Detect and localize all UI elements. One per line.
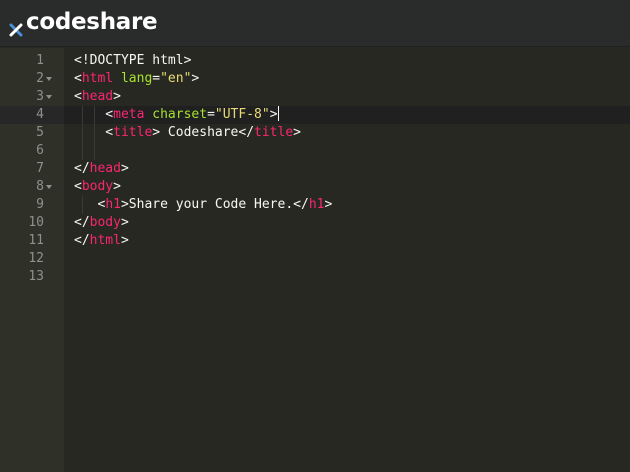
code-line: <!DOCTYPE html> <box>74 52 332 70</box>
code-line: <body> <box>74 178 332 196</box>
indent-guide <box>94 124 95 142</box>
code-line: </html> <box>74 232 332 250</box>
line-number: 8 <box>36 179 44 194</box>
line-number: 11 <box>28 233 44 248</box>
top-bar: codeshare <box>0 0 630 47</box>
line-number-row: 1 <box>0 52 64 70</box>
fold-arrow-icon[interactable] <box>46 77 52 81</box>
line-number-row: 5 <box>0 124 64 142</box>
line-number-row: 2 <box>0 70 64 88</box>
code-token: html <box>81 71 114 86</box>
code-token: > <box>269 107 278 122</box>
line-number: 7 <box>36 161 44 176</box>
line-number-row: 8 <box>0 178 64 196</box>
line-number-row: 10 <box>0 214 64 232</box>
code-token: </ <box>74 215 90 230</box>
code-token: > <box>113 179 121 194</box>
line-number: 13 <box>28 269 44 284</box>
line-number: 6 <box>36 143 44 158</box>
code-token: > <box>113 89 121 104</box>
code-token: > <box>120 161 129 176</box>
x-icon <box>9 17 23 37</box>
indent-guide <box>82 196 83 214</box>
code-line: <h1>Share your Code Here.</h1> <box>74 196 332 214</box>
text-cursor <box>277 106 279 121</box>
line-number-row: 12 <box>0 250 64 268</box>
code-line <box>74 142 332 160</box>
code-line: </body> <box>74 214 332 232</box>
line-number: 12 <box>28 251 44 266</box>
code-token: "UTF-8" <box>214 107 270 122</box>
code-token: "en" <box>160 71 192 86</box>
code-token: < <box>74 179 82 194</box>
code-token: = <box>207 107 215 122</box>
code-line: <html lang="en"> <box>74 70 332 88</box>
line-number: 1 <box>36 53 44 68</box>
brand-logo[interactable]: codeshare <box>9 4 158 40</box>
line-number-row: 13 <box>0 268 64 286</box>
code-line: </head> <box>74 160 332 178</box>
code-line: <title> Codeshare</title> <box>74 124 332 142</box>
code-line: <head> <box>74 88 332 106</box>
fold-arrow-icon[interactable] <box>46 95 52 99</box>
code-token: = <box>152 71 161 86</box>
code-token: <!DOCTYPE html> <box>74 53 192 68</box>
indent-guide <box>82 142 83 160</box>
line-number-row: 9 <box>0 196 64 214</box>
indent-guide <box>94 106 95 124</box>
line-number: 2 <box>36 71 44 86</box>
code-token: >Share your Code Here.</ <box>120 197 309 212</box>
line-number: 5 <box>36 125 44 140</box>
code-token: head <box>89 161 121 176</box>
indent-guide <box>82 124 83 142</box>
code-token: > Codeshare</ <box>152 125 255 140</box>
brand-name: codeshare <box>26 9 158 35</box>
code-token: body <box>89 215 121 230</box>
code-token: > <box>120 215 129 230</box>
code-token: > <box>293 125 301 140</box>
code-token: charset <box>152 107 208 122</box>
code-token: h1 <box>308 197 325 212</box>
code-token: h1 <box>105 197 121 212</box>
code-token: meta <box>113 107 145 122</box>
line-number: 3 <box>36 89 44 104</box>
code-token: > <box>324 197 333 212</box>
code-token: > <box>191 71 200 86</box>
code-token: </ <box>74 161 90 176</box>
code-editor[interactable]: 1 2 3 4 5 6 7 8 9 10 11 12 13 <!DOCTYPE html> <html l… <box>0 48 630 472</box>
code-token: head <box>81 89 114 104</box>
code-token: body <box>81 179 114 194</box>
code-token: < <box>74 89 82 104</box>
codeshare-app: codeshare 1 2 3 4 5 6 7 8 9 10 11 12 13 <!DOCTYPE ht… <box>0 0 630 472</box>
line-number-row: 4 <box>0 106 64 124</box>
code-line: <meta charset="UTF-8"> <box>74 106 332 124</box>
indent-guide <box>82 106 83 124</box>
line-number-row: 7 <box>0 160 64 178</box>
code-token: </ <box>74 233 90 248</box>
code-content[interactable]: <!DOCTYPE html> <html lang="en"> <head> <m… <box>74 52 332 286</box>
line-number-row: 3 <box>0 88 64 106</box>
line-number: 4 <box>36 107 44 122</box>
code-token: title <box>254 125 294 140</box>
line-numbers: 1 2 3 4 5 6 7 8 9 10 11 12 13 <box>0 52 64 286</box>
code-token: html <box>89 233 121 248</box>
code-token: lang <box>120 71 153 86</box>
line-number: 10 <box>28 215 44 230</box>
code-token: title <box>113 125 153 140</box>
line-number-row: 11 <box>0 232 64 250</box>
fold-arrow-icon[interactable] <box>46 185 52 189</box>
line-number: 9 <box>36 197 44 212</box>
line-number-row: 6 <box>0 142 64 160</box>
code-token: < <box>74 197 106 212</box>
code-token: < <box>74 71 82 86</box>
code-token: > <box>120 233 129 248</box>
indent-guide <box>94 142 95 160</box>
